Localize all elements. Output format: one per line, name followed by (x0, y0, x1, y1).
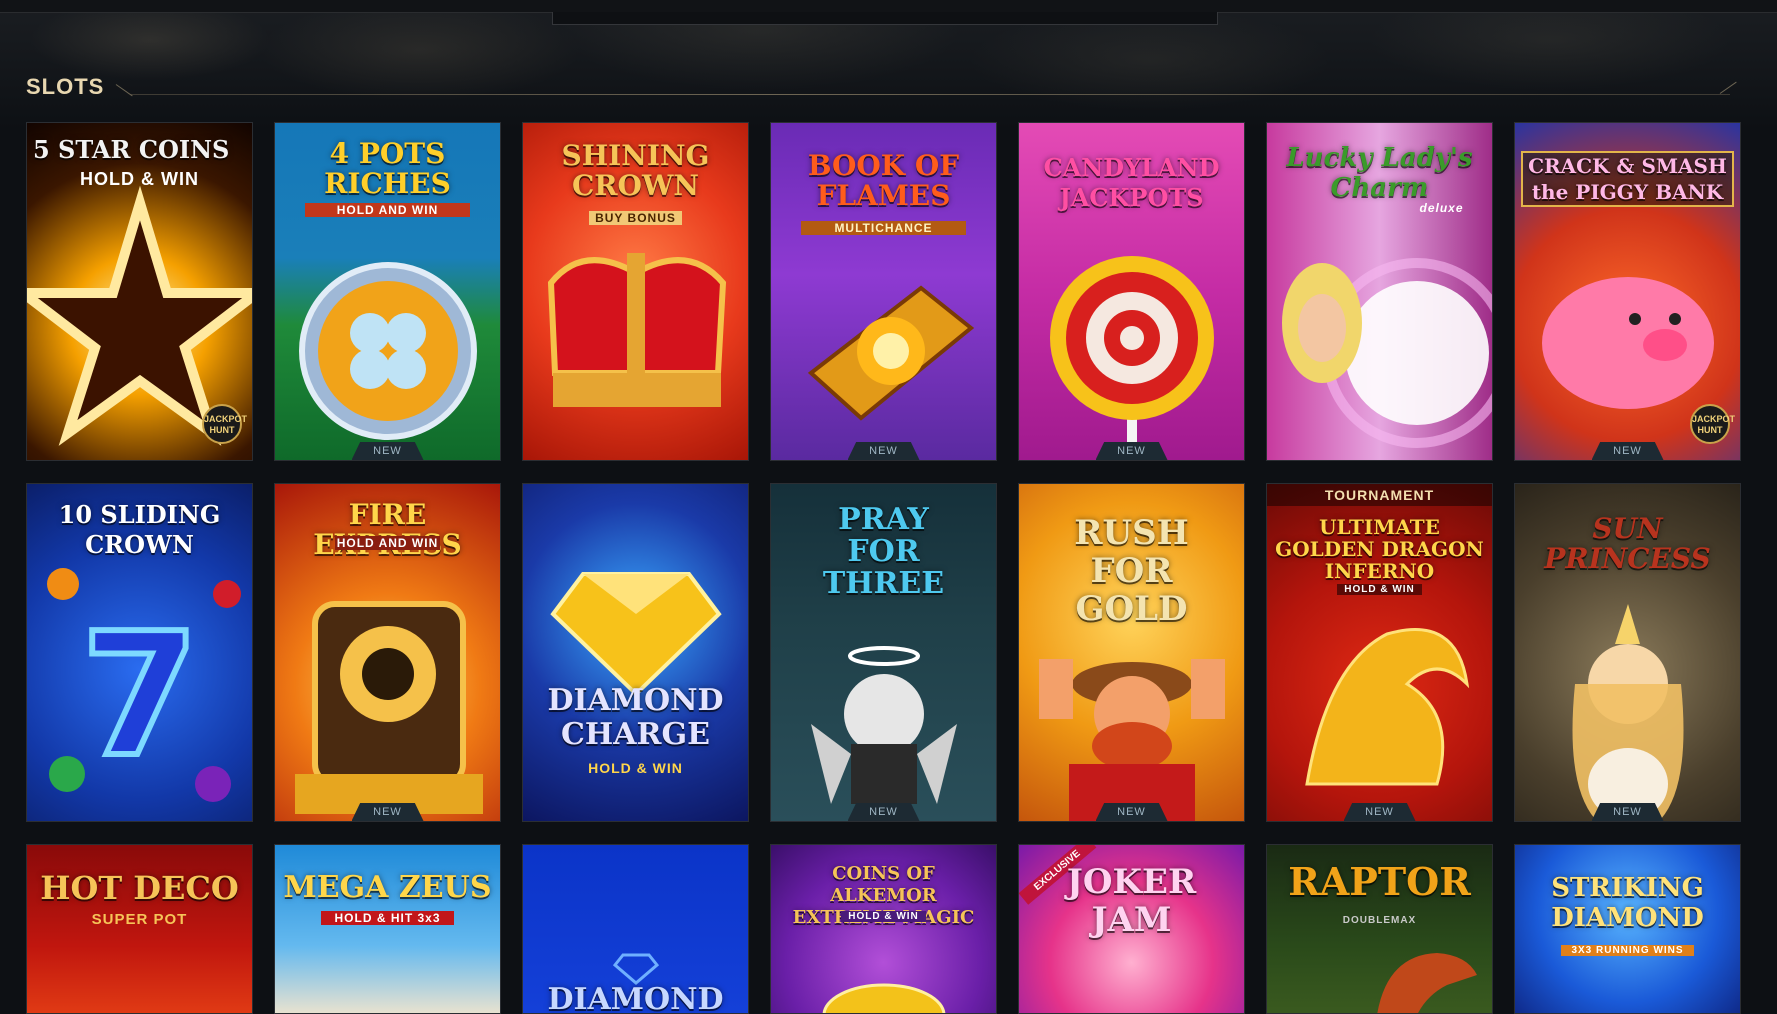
game-tile-10-sliding-crown[interactable]: 7 10 SLIDING CROWN (26, 483, 253, 822)
new-badge: NEW (1095, 442, 1168, 460)
new-badge: NEW (1591, 803, 1664, 821)
game-subtitle: 3X3 RUNNING WINS (1561, 945, 1694, 956)
game-tile-diamond-charge[interactable]: DIAMOND CHARGE HOLD & WIN (522, 483, 749, 822)
game-title: FIRE EXPRESS (313, 498, 462, 560)
game-tile-4-pots-riches[interactable]: 4 POTS RICHES HOLD AND WIN NEW (274, 122, 501, 461)
game-title: RAPTOR (1288, 859, 1471, 904)
game-tile-pray-for-three[interactable]: PRAY FOR THREE NEW (770, 483, 997, 822)
game-tile-joker-jam[interactable]: EXCLUSIVE JOKER JAM (1018, 844, 1245, 1014)
game-tile-candyland-jackpots[interactable]: CANDYLAND JACKPOTS NEW (1018, 122, 1245, 461)
game-subtitle: deluxe (1419, 201, 1464, 215)
new-badge: NEW (351, 442, 424, 460)
game-title: SHINING CROWN (561, 139, 710, 202)
game-title: RUSH FOR GOLD (1074, 513, 1189, 629)
svg-text:7: 7 (81, 597, 199, 795)
game-subtitle: SUPER POT (91, 911, 188, 928)
game-subtitle: HOLD & WIN (80, 169, 199, 189)
section-divider (130, 94, 1730, 95)
game-title: BOOK OF FLAMES (807, 149, 960, 212)
game-title: 5 STAR COINS (33, 135, 230, 164)
game-subtitle: HOLD & HIT 3x3 (321, 911, 454, 925)
game-tile-diamond[interactable]: DIAMOND (522, 844, 749, 1014)
game-title: PRAY FOR THREE (822, 502, 945, 601)
game-title: CRACK & SMASH the PIGGY BANK (1521, 151, 1734, 207)
game-subtitle: MULTICHANCE (801, 221, 966, 235)
section-title: SLOTS (26, 74, 105, 99)
jackpot-hunt-badge: JACKPOT HUNT (1690, 404, 1735, 444)
game-tile-sun-princess[interactable]: SUN PRINCESS NEW (1514, 483, 1741, 822)
game-tile-mega-zeus[interactable]: MEGA ZEUS HOLD & HIT 3x3 (274, 844, 501, 1014)
game-tile-book-of-flames[interactable]: BOOK OF FLAMES MULTICHANCE NEW (770, 122, 997, 461)
game-subtitle: HOLD AND WIN (305, 203, 470, 217)
game-title: ULTIMATE GOLDEN DRAGON INFERNO (1275, 515, 1484, 583)
game-subtitle: HOLD & WIN (588, 760, 683, 776)
new-badge: NEW (1591, 442, 1664, 460)
game-title: 10 SLIDING CROWN (58, 500, 221, 559)
game-tile-crack-smash-piggy-bank[interactable]: CRACK & SMASH the PIGGY BANK JACKPOT HUN… (1514, 122, 1741, 461)
game-title: STRIKING DIAMOND (1551, 873, 1704, 933)
game-title: SUN PRINCESS (1544, 512, 1711, 575)
game-subtitle: HOLD AND WIN (335, 536, 440, 550)
game-tile-hot-deco[interactable]: HOT DECO SUPER POT (26, 844, 253, 1014)
game-title: DIAMOND (547, 982, 724, 1014)
game-title: HOT DECO (40, 869, 239, 907)
game-title: Lucky Lady's Charm (1286, 143, 1473, 203)
game-tile-raptor[interactable]: RAPTOR DOUBLEMAX (1266, 844, 1493, 1014)
game-subtitle: DOUBLEMAX (1342, 915, 1417, 926)
game-subtitle: HOLD & WIN (841, 911, 926, 922)
game-tile-coins-of-alkemor[interactable]: COINS OF ALKEMOR EXTREME MAGIC HOLD & WI… (770, 844, 997, 1014)
jackpot-hunt-badge: JACKPOT HUNT (202, 404, 247, 444)
game-title: DIAMOND CHARGE (547, 683, 724, 752)
game-subtitle: HOLD & WIN (1337, 584, 1422, 595)
game-tile-ultimate-golden-dragon-inferno[interactable]: TOURNAMENT ULTIMATE GOLDEN DRAGON INFERN… (1266, 483, 1493, 822)
game-title: MEGA ZEUS (283, 870, 492, 905)
new-badge: NEW (847, 803, 920, 821)
game-tile-fire-express[interactable]: FIRE EXPRESS HOLD AND WIN NEW (274, 483, 501, 822)
game-title: JOKER JAM (1066, 862, 1197, 940)
game-title: CANDYLAND JACKPOTS (1043, 153, 1220, 212)
game-tile-5-star-coins[interactable]: 5 STAR COINS HOLD & WIN JACKPOT HUNT (26, 122, 253, 461)
game-title: 4 POTS RICHES (324, 137, 451, 200)
game-tile-striking-diamond[interactable]: STRIKING DIAMOND 3X3 RUNNING WINS (1514, 844, 1741, 1014)
new-badge: NEW (351, 803, 424, 821)
game-tile-rush-for-gold[interactable]: RUSH FOR GOLD NEW (1018, 483, 1245, 822)
game-tile-shining-crown[interactable]: SHINING CROWN BUY BONUS (522, 122, 749, 461)
game-subtitle: BUY BONUS (589, 211, 682, 225)
new-badge: NEW (847, 442, 920, 460)
search-bar[interactable] (552, 12, 1218, 25)
new-badge: NEW (1343, 803, 1416, 821)
new-badge: NEW (1095, 803, 1168, 821)
game-tile-lucky-ladys-charm[interactable]: Lucky Lady's Charm deluxe (1266, 122, 1493, 461)
